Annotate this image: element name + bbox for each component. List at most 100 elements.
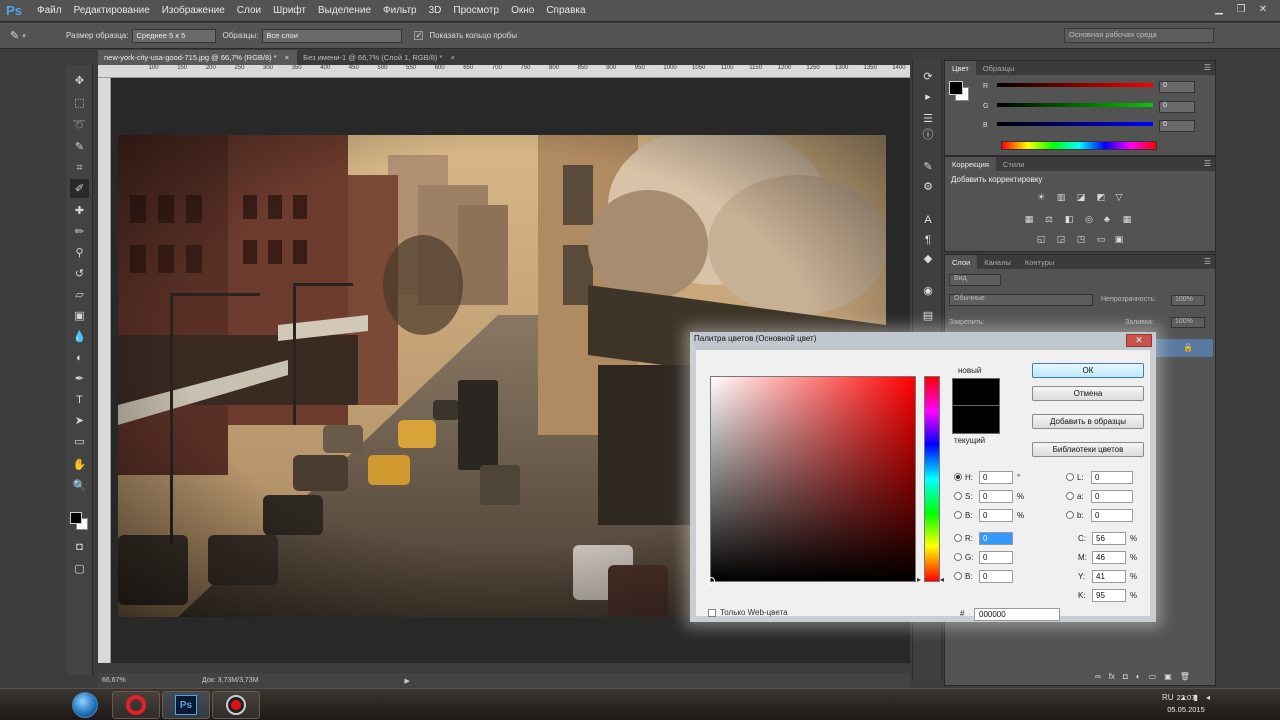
radio-a[interactable]: [1066, 492, 1074, 500]
crop-tool-icon[interactable]: ⌗: [70, 159, 89, 178]
saturation-brightness-field[interactable]: [707, 376, 916, 585]
pen-tool-icon[interactable]: ✒: [70, 369, 89, 388]
tab-untitled[interactable]: Без имени-1 @ 66,7% (Слой 1, RGB/8) * ×: [297, 50, 463, 65]
a-input[interactable]: 0: [1091, 489, 1133, 503]
b-input[interactable]: 0: [1159, 120, 1195, 132]
menu-type[interactable]: Шрифт: [273, 5, 306, 16]
menu-file[interactable]: Файл: [37, 5, 62, 16]
brush-tool-icon[interactable]: ✏: [70, 222, 89, 241]
samples-select[interactable]: Все слои: [262, 28, 403, 43]
actions-icon[interactable]: ▸: [917, 86, 939, 106]
history-brush-icon[interactable]: ↺: [70, 264, 89, 283]
color-fg-swatch[interactable]: [949, 81, 963, 95]
hex-input[interactable]: 000000: [974, 608, 1060, 621]
shape-tool-icon[interactable]: ▭: [70, 432, 89, 451]
tab-swatches[interactable]: Образцы: [976, 61, 1022, 75]
layer-row-selected[interactable]: 🔒: [1155, 339, 1213, 357]
panel-menu-icon[interactable]: ☰: [1204, 257, 1211, 266]
eyedropper-tool-icon[interactable]: ✐: [70, 179, 89, 198]
radio-l[interactable]: [1066, 473, 1074, 481]
menu-edit[interactable]: Редактирование: [74, 5, 150, 16]
tab-new-york[interactable]: new-york-city-usa-good-715.jpg @ 66,7% (…: [98, 50, 298, 65]
move-tool-icon[interactable]: ✥: [70, 71, 89, 90]
radio-r[interactable]: [954, 534, 962, 542]
trash-icon[interactable]: 🗑: [1180, 672, 1190, 681]
3d-icon[interactable]: ◆: [917, 248, 939, 268]
spectrum-bar[interactable]: [1001, 141, 1157, 150]
blend-mode-select[interactable]: Обычные: [949, 294, 1093, 306]
new-layer-icon[interactable]: ▣: [1164, 672, 1172, 681]
marquee-tool-icon[interactable]: ⬚: [70, 93, 89, 112]
minimize-icon[interactable]: ▁: [1210, 2, 1228, 16]
tab-color[interactable]: Цвет: [945, 61, 976, 75]
h-input[interactable]: 0: [979, 470, 1013, 484]
info-icon[interactable]: ⓘ: [917, 124, 939, 144]
restore-icon[interactable]: ❐: [1232, 2, 1250, 16]
tab-styles[interactable]: Стили: [996, 157, 1032, 171]
g-slider[interactable]: [997, 103, 1153, 107]
menu-view[interactable]: Просмотр: [453, 5, 499, 16]
start-button[interactable]: [64, 691, 106, 719]
taskbar-photoshop[interactable]: Ps: [162, 691, 210, 719]
blue-input[interactable]: 0: [979, 569, 1013, 583]
fill-input[interactable]: 100%: [1171, 317, 1205, 328]
adjustment-icon[interactable]: ◐: [1136, 672, 1141, 681]
lasso-tool-icon[interactable]: ➰: [70, 115, 89, 134]
mask-icon[interactable]: ◘: [1123, 672, 1128, 681]
levels-icon[interactable]: ▥: [1055, 191, 1067, 203]
hand-tool-icon[interactable]: ✋: [70, 455, 89, 474]
fx-icon[interactable]: fx: [1109, 672, 1115, 681]
radio-lab-b[interactable]: [1066, 511, 1074, 519]
workspace-select[interactable]: Основная рабочая среда: [1064, 28, 1214, 43]
radio-g[interactable]: [954, 553, 962, 561]
path-select-icon[interactable]: ➤: [70, 411, 89, 430]
color-lookup-icon[interactable]: ▦: [1121, 213, 1133, 225]
invert-icon[interactable]: ◱: [1035, 233, 1047, 245]
radio-s[interactable]: [954, 492, 962, 500]
radio-blue[interactable]: [954, 572, 962, 580]
lab-b-input[interactable]: 0: [1091, 508, 1133, 522]
type-tool-icon[interactable]: T: [70, 390, 89, 409]
character-icon[interactable]: A: [917, 210, 939, 230]
stamp-tool-icon[interactable]: ⚲: [70, 243, 89, 262]
foreground-color-swatch[interactable]: [70, 512, 82, 524]
r-input[interactable]: 0: [1159, 81, 1195, 93]
menu-window[interactable]: Окно: [511, 5, 534, 16]
g-input[interactable]: 0: [979, 550, 1013, 564]
menu-filter[interactable]: Фильтр: [383, 5, 417, 16]
hue-sat-icon[interactable]: ▦: [1023, 213, 1035, 225]
curves-icon[interactable]: ◪: [1075, 191, 1087, 203]
radio-h[interactable]: [954, 473, 962, 481]
c-input[interactable]: 56: [1092, 531, 1126, 545]
k-input[interactable]: 95: [1092, 588, 1126, 602]
histogram-icon[interactable]: ▤: [917, 305, 939, 325]
close-icon[interactable]: ✕: [1126, 334, 1152, 347]
color-balance-icon[interactable]: ⚖: [1043, 213, 1055, 225]
tab-layers[interactable]: Слои: [945, 255, 978, 269]
zoom-level[interactable]: 66,67%: [102, 677, 162, 684]
b-input[interactable]: 0: [979, 508, 1013, 522]
healing-tool-icon[interactable]: ✚: [70, 201, 89, 220]
m-input[interactable]: 46: [1092, 550, 1126, 564]
sample-size-select[interactable]: Среднее 5 х 5: [132, 28, 217, 43]
navigator-icon[interactable]: ◉: [917, 280, 939, 300]
panel-menu-icon[interactable]: ☰: [1204, 63, 1211, 72]
panel-menu-icon[interactable]: ☰: [1204, 159, 1211, 168]
close-icon[interactable]: ✕: [1254, 2, 1272, 16]
menu-select[interactable]: Выделение: [318, 5, 371, 16]
add-to-swatches-button[interactable]: Добавить в образцы: [1032, 414, 1144, 429]
color-libraries-button[interactable]: Библиотеки цветов: [1032, 442, 1144, 457]
menu-3d[interactable]: 3D: [429, 5, 442, 16]
menu-help[interactable]: Справка: [546, 5, 585, 16]
l-input[interactable]: 0: [1091, 470, 1133, 484]
quick-select-tool-icon[interactable]: ✎: [70, 137, 89, 156]
r-input[interactable]: 0: [979, 531, 1013, 545]
g-input[interactable]: 0: [1159, 101, 1195, 113]
tab-paths[interactable]: Контуры: [1018, 255, 1061, 269]
exposure-icon[interactable]: ◩: [1095, 191, 1107, 203]
taskbar-opera[interactable]: [112, 691, 160, 719]
show-ring-checkbox[interactable]: ✓: [414, 31, 424, 40]
current-color-swatch[interactable]: [952, 406, 1000, 434]
y-input[interactable]: 41: [1092, 569, 1126, 583]
selective-color-icon[interactable]: ▣: [1113, 233, 1125, 245]
